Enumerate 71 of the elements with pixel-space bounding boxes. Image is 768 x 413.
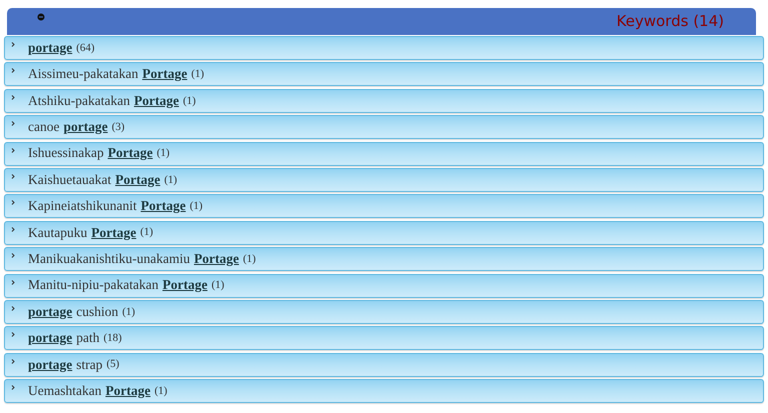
chevron-right-icon [11, 174, 15, 179]
keyword-text: Kaishuetauakat [28, 170, 112, 189]
keyword-link[interactable]: Portage [108, 143, 153, 164]
keyword-link[interactable]: portage [28, 354, 72, 375]
keyword-row[interactable]: Manikuakanishtiku-unakamiu Portage (1) [4, 247, 764, 272]
keyword-text: Uemashtakan [28, 382, 102, 400]
chevron-right-icon [11, 94, 15, 100]
keyword-row[interactable]: Aissimeu-pakatakan Portage (1) [4, 62, 764, 86]
keyword-text: canoe [28, 118, 60, 136]
keyword-row[interactable]: portage (64) [4, 36, 764, 60]
keyword-count: (1) [182, 94, 196, 109]
chevron-right-icon [11, 280, 15, 285]
keyword-row[interactable]: Kaishuetauakat Portage (1) [4, 168, 764, 192]
chevron-right-icon [11, 253, 15, 258]
chevron-right-icon [11, 226, 15, 232]
keyword-row[interactable]: Ishuessinakap Portage (1) [4, 142, 764, 166]
keyword-text: Manikuakanishtiku-unakamiu [28, 250, 190, 268]
keyword-count: (1) [242, 252, 256, 267]
keyword-row[interactable]: Uemashtakan Portage (1) [4, 379, 764, 404]
keyword-count: (1) [140, 225, 154, 240]
keyword-row[interactable]: Kautapuku Portage (1) [4, 220, 764, 245]
keyword-link[interactable]: portage [28, 38, 72, 58]
keyword-count: (1) [164, 172, 178, 188]
keyword-link[interactable]: Portage [142, 64, 188, 85]
keyword-row[interactable]: canoe portage (3) [4, 115, 764, 140]
chevron-right-icon [11, 148, 15, 153]
chevron-right-icon [11, 332, 15, 338]
keyword-row[interactable]: portage path (18) [4, 326, 764, 350]
keyword-link[interactable]: Portage [105, 380, 150, 402]
keyword-text: Kautapuku [28, 224, 88, 242]
keyword-row[interactable]: Atshiku-pakatakan Portage (1) [4, 88, 764, 113]
keyword-row[interactable]: portage strap (5) [4, 352, 764, 377]
keyword-text: Aissimeu-pakatakan [28, 65, 138, 84]
panel-title: Keywords (14) [616, 11, 724, 32]
keyword-text: strap [76, 356, 102, 374]
chevron-right-icon [11, 200, 15, 206]
keyword-count: (18) [104, 331, 122, 346]
keyword-count: (1) [190, 199, 203, 214]
keyword-text: Ishuessinakap [28, 144, 104, 162]
keyword-count: (1) [154, 384, 168, 399]
keyword-count: (1) [156, 146, 170, 162]
keyword-text: path [76, 329, 100, 348]
keyword-link[interactable]: Portage [115, 170, 160, 190]
keyword-link[interactable]: Portage [91, 222, 136, 243]
chevron-right-icon [11, 306, 15, 311]
keyword-link[interactable]: Portage [194, 249, 239, 270]
keyword-text: Atshiku-pakatakan [28, 92, 130, 110]
keyword-count: (1) [122, 304, 136, 320]
keyword-row[interactable]: portage cushion (1) [4, 300, 764, 324]
keyword-link[interactable]: portage [28, 302, 72, 322]
keyword-count: (3) [112, 120, 125, 135]
keyword-row[interactable]: Manitu-nipiu-pakatakan Portage (1) [4, 274, 764, 298]
keyword-count: (1) [191, 67, 204, 82]
keyword-link[interactable]: Portage [140, 196, 186, 216]
keyword-text: Manitu-nipiu-pakatakan [28, 276, 158, 294]
keyword-link[interactable]: portage [28, 328, 72, 348]
keyword-row[interactable]: Kapineiatshikunanit Portage (1) [4, 194, 764, 218]
keyword-count: (5) [106, 357, 120, 372]
chevron-right-icon [11, 42, 15, 47]
keyword-count: (1) [211, 278, 224, 294]
chevron-right-icon [11, 68, 15, 74]
collapse-icon[interactable] [37, 12, 45, 20]
chevron-right-icon [11, 121, 15, 126]
keyword-link[interactable]: portage [63, 117, 108, 138]
keyword-text: cushion [76, 302, 118, 321]
keyword-text: Kapineiatshikunanit [28, 197, 137, 216]
chevron-right-icon [11, 385, 15, 390]
keyword-count: (64) [76, 40, 95, 56]
keyword-link[interactable]: Portage [162, 275, 208, 296]
keyword-link[interactable]: Portage [134, 90, 179, 111]
chevron-right-icon [11, 358, 15, 364]
